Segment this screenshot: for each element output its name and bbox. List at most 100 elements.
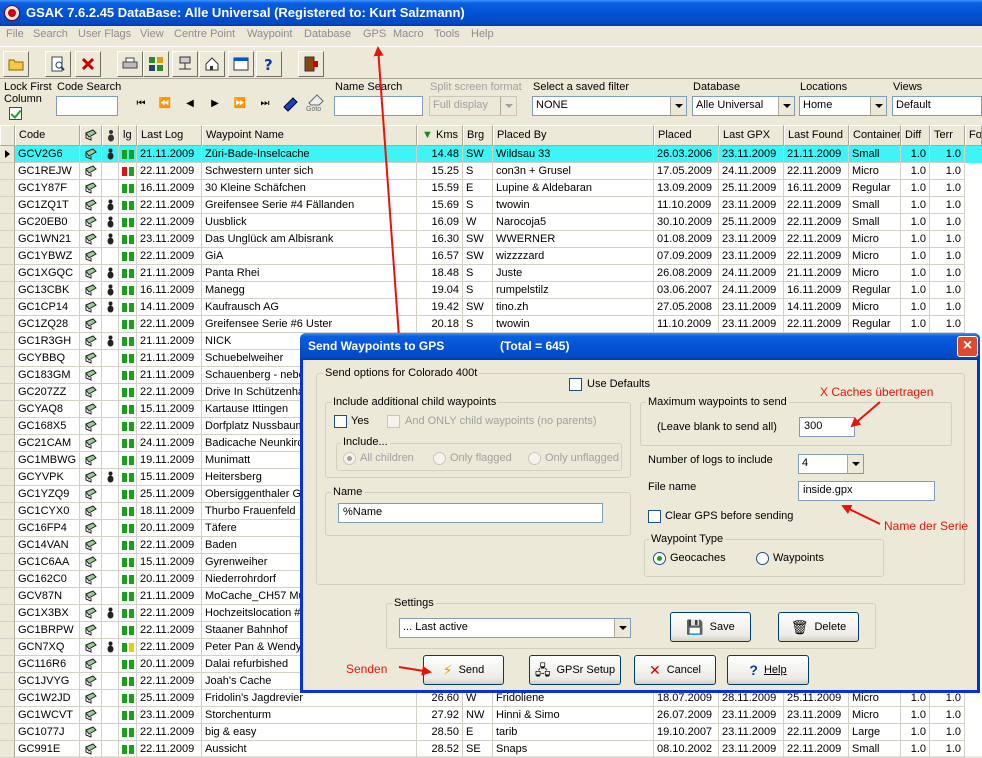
column-header-terr[interactable]: Terr — [930, 125, 965, 146]
menu-centre-point[interactable]: Centre Point — [174, 28, 235, 40]
row-indicator[interactable] — [0, 707, 15, 724]
column-header-placed[interactable]: Placed — [654, 125, 719, 146]
split-screen-select[interactable]: Full display — [429, 96, 517, 116]
menu-view[interactable]: View — [140, 28, 164, 40]
menu-macro[interactable]: Macro — [393, 28, 424, 40]
open-button[interactable] — [3, 51, 29, 77]
network-button[interactable] — [172, 51, 198, 77]
menu-database[interactable]: Database — [304, 28, 351, 40]
column-header-brg[interactable]: Brg — [463, 125, 493, 146]
saved-filter-select[interactable]: NONE — [532, 96, 687, 116]
table-row[interactable]: GC1ZQ28 22.11.2009 Greifensee Serie #6 Ust… — [0, 316, 982, 333]
row-indicator[interactable] — [0, 503, 15, 520]
menu-gps[interactable]: GPS — [363, 28, 386, 40]
menu-file[interactable]: File — [6, 28, 24, 40]
table-row[interactable]: GC1CP14 14.11.2009 Kaufrausch AG 19.42 SW tin… — [0, 299, 982, 316]
table-row[interactable]: GC20EB0 22.11.2009 Uusblick 16.09 W Narocoja5… — [0, 214, 982, 231]
row-indicator[interactable] — [0, 520, 15, 537]
row-indicator[interactable] — [0, 724, 15, 741]
max-waypoints-input[interactable]: 300 — [799, 417, 855, 437]
column-header-last-found[interactable]: Last Found — [784, 125, 849, 146]
row-indicator[interactable] — [0, 605, 15, 622]
waypoints-radio[interactable] — [756, 552, 769, 565]
row-indicator[interactable] — [0, 469, 15, 486]
row-indicator[interactable] — [0, 741, 15, 758]
gsak-app-icon[interactable] — [4, 5, 20, 21]
database-select[interactable]: Alle Universal — [692, 96, 795, 116]
all-children-radio[interactable] — [343, 452, 356, 465]
row-indicator[interactable] — [0, 180, 15, 197]
row-indicator[interactable] — [0, 163, 15, 180]
column-header-last-log[interactable]: Last Log — [137, 125, 202, 146]
save-button[interactable]: 💾 Save — [670, 612, 751, 642]
table-row[interactable]: GC1Y87F 16.11.2009 30 Kleine Schäfchen 15.5… — [0, 180, 982, 197]
row-indicator[interactable] — [0, 248, 15, 265]
menu-tools[interactable]: Tools — [434, 28, 460, 40]
column-header-code[interactable]: Code — [15, 125, 80, 146]
row-indicator[interactable] — [0, 146, 15, 163]
table-row[interactable]: GC1XGQC 21.11.2009 Panta Rhei 18.48 S Juste 26… — [0, 265, 982, 282]
use-defaults-checkbox[interactable] — [569, 378, 582, 391]
row-indicator[interactable] — [0, 588, 15, 605]
menu-help[interactable]: Help — [471, 28, 494, 40]
nav-first-button[interactable]: ⏮ — [130, 95, 152, 113]
row-indicator[interactable] — [0, 656, 15, 673]
row-indicator[interactable] — [0, 197, 15, 214]
views-select[interactable]: Default — [892, 96, 982, 116]
delete-setting-button[interactable]: 🗑 Delete — [778, 612, 859, 642]
close-button[interactable]: × — [957, 336, 978, 357]
column-header-diff[interactable]: Diff — [901, 125, 930, 146]
menu-search[interactable]: Search — [33, 28, 68, 40]
print-button[interactable] — [117, 51, 143, 77]
table-row[interactable]: GC13CBK 16.11.2009 Manegg 19.04 Srumpelstilz… — [0, 282, 982, 299]
lock-first-column-checkbox[interactable] — [9, 107, 22, 120]
file-name-input[interactable]: inside.gpx — [798, 481, 935, 501]
table-row[interactable]: GCV2G6 21.11.2009 Züri-Bade-Inselcache 14.4… — [0, 146, 982, 163]
table-row[interactable]: GC1077J 22.11.2009 big & easy 28.50 Etarib 19… — [0, 724, 982, 741]
nav-next-button[interactable]: ▶ — [204, 95, 226, 113]
row-indicator[interactable] — [0, 418, 15, 435]
row-indicator[interactable] — [0, 350, 15, 367]
row-indicator[interactable] — [0, 401, 15, 418]
help-dialog-button[interactable]: ? Help — [727, 655, 809, 685]
row-indicator[interactable] — [0, 486, 15, 503]
row-indicator[interactable] — [0, 214, 15, 231]
cancel-button[interactable]: ✕ Cancel — [634, 655, 716, 685]
table-row[interactable]: GC1YBWZ 22.11.2009 GiA 16.57 SW wizzzzard 07.0… — [0, 248, 982, 265]
only-unflagged-radio[interactable] — [528, 452, 541, 465]
only-child-checkbox[interactable] — [387, 415, 400, 428]
row-indicator[interactable] — [0, 622, 15, 639]
only-flagged-radio[interactable] — [433, 452, 446, 465]
row-indicator[interactable] — [0, 333, 15, 350]
column-header-lg[interactable]: lg — [119, 125, 137, 146]
table-row[interactable]: GC1REJW 22.11.2009 Schwestern unter sich 15… — [0, 163, 982, 180]
row-indicator[interactable] — [0, 537, 15, 554]
window-button[interactable] — [228, 51, 254, 77]
geocaches-radio[interactable] — [653, 552, 666, 565]
code-search-input[interactable] — [56, 96, 118, 116]
row-indicator[interactable] — [0, 299, 15, 316]
column-header-fo[interactable]: Fo — [965, 125, 982, 146]
row-indicator[interactable] — [0, 452, 15, 469]
column-header-symbol[interactable] — [80, 125, 102, 146]
bookmark-icon[interactable] — [281, 95, 299, 113]
row-indicator[interactable] — [0, 571, 15, 588]
name-input[interactable]: %Name — [338, 503, 603, 523]
menu-user-flags[interactable]: User Flags — [78, 28, 131, 40]
menu-waypoint[interactable]: Waypoint — [247, 28, 292, 40]
column-header-last-gpx[interactable]: Last GPX — [719, 125, 784, 146]
row-indicator[interactable] — [0, 673, 15, 690]
gpsr-setup-button[interactable]: 🖧 GPSr Setup — [529, 655, 621, 685]
column-header-kms[interactable]: ▼ Kms — [417, 125, 463, 146]
row-indicator[interactable] — [0, 435, 15, 452]
search-doc-button[interactable] — [45, 51, 71, 77]
name-search-input[interactable] — [334, 96, 423, 116]
clear-gps-checkbox[interactable] — [648, 510, 661, 523]
nav-prev-page-button[interactable]: ⏪ — [154, 95, 176, 113]
row-indicator[interactable] — [0, 282, 15, 299]
logs-select[interactable]: 4 — [798, 454, 864, 474]
settings-select[interactable]: ... Last active — [399, 618, 631, 638]
row-indicator[interactable] — [0, 231, 15, 248]
row-indicator[interactable] — [0, 316, 15, 333]
nav-prev-button[interactable]: ◀ — [179, 95, 201, 113]
